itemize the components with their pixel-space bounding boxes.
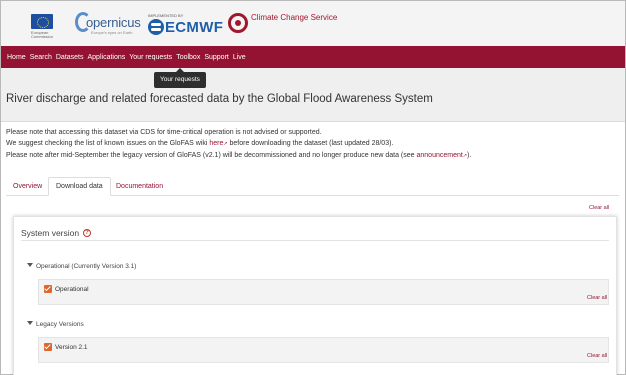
- ecmwf-caption: IMPLEMENTED BY: [148, 13, 184, 18]
- caret-down-icon: [27, 263, 33, 267]
- clear-all-legacy-link[interactable]: Clear all: [587, 353, 607, 359]
- ecmwf-icon: [148, 19, 164, 35]
- checkbox-checked-icon[interactable]: [44, 285, 52, 293]
- nav-item-datasets[interactable]: Datasets: [56, 54, 84, 61]
- nav-item-applications[interactable]: Applications: [88, 54, 126, 61]
- announcement-link[interactable]: announcement: [417, 152, 463, 159]
- tab-overview[interactable]: Overview: [6, 177, 49, 196]
- notice-text: Please note after mid-September the lega…: [6, 152, 417, 159]
- checkbox-checked-icon[interactable]: [44, 343, 52, 351]
- copernicus-logo[interactable]: opernicus Europe's eyes on Earth: [75, 11, 147, 35]
- option-label: Operational: [55, 286, 89, 293]
- help-icon[interactable]: ?: [83, 229, 91, 237]
- caret-down-icon: [27, 321, 33, 325]
- notice-line-3: Please note after mid-September the lega…: [6, 151, 471, 161]
- notice-text: ).: [467, 152, 472, 159]
- nav-item-home[interactable]: Home: [7, 54, 26, 61]
- ecmwf-wordmark: ECMWF: [165, 19, 224, 36]
- copernicus-tagline: Europe's eyes on Earth: [91, 30, 133, 35]
- nav-item-your-requests[interactable]: Your requests: [129, 54, 172, 61]
- notice-text: We suggest checking the list of known is…: [6, 140, 210, 147]
- nav-tooltip: Your requests: [154, 68, 206, 88]
- notice-line-1: Please note that accessing this dataset …: [6, 128, 322, 137]
- legacy-options-box: [38, 337, 609, 363]
- tab-download-data[interactable]: Download data: [48, 177, 111, 196]
- dataset-tabs: Overview Download data Documentation: [6, 177, 619, 196]
- notice-text: before downloading the dataset (last upd…: [227, 140, 394, 147]
- notice-text: Please note that accessing this dataset …: [6, 129, 322, 136]
- group-label: Legacy Versions: [36, 321, 84, 328]
- option-version-2-1[interactable]: Version 2.1: [44, 343, 88, 351]
- tab-documentation[interactable]: Documentation: [109, 177, 170, 196]
- group-label: Operational (Currently Version 3.1): [36, 263, 137, 270]
- nav-item-live[interactable]: Live: [233, 54, 246, 61]
- divider: [21, 240, 609, 241]
- eu-flag-icon: [31, 14, 53, 29]
- eu-caption: European Commission: [31, 30, 54, 39]
- option-operational[interactable]: Operational: [44, 285, 89, 293]
- group-legacy-header[interactable]: Legacy Versions: [27, 321, 84, 328]
- nav-item-support[interactable]: Support: [204, 54, 229, 61]
- system-version-title: System version: [21, 228, 80, 238]
- group-operational-header[interactable]: Operational (Currently Version 3.1): [27, 263, 136, 270]
- notice-line-2: We suggest checking the list of known is…: [6, 139, 393, 149]
- clear-all-operational-link[interactable]: Clear all: [587, 295, 607, 301]
- copernicus-wordmark: opernicus: [86, 15, 141, 30]
- main-nav: Home Search Datasets Applications Your r…: [1, 46, 625, 68]
- nav-item-toolbox[interactable]: Toolbox: [176, 54, 200, 61]
- wiki-here-link[interactable]: here: [209, 140, 223, 147]
- operational-options-box: [38, 279, 609, 305]
- page-title: River discharge and related forecasted d…: [6, 93, 433, 105]
- option-label: Version 2.1: [55, 344, 88, 351]
- c3s-dot-icon: [235, 20, 241, 26]
- clear-all-link[interactable]: Clear all: [589, 205, 609, 211]
- c3s-name: Climate Change Service: [251, 13, 338, 22]
- nav-item-search[interactable]: Search: [30, 54, 52, 61]
